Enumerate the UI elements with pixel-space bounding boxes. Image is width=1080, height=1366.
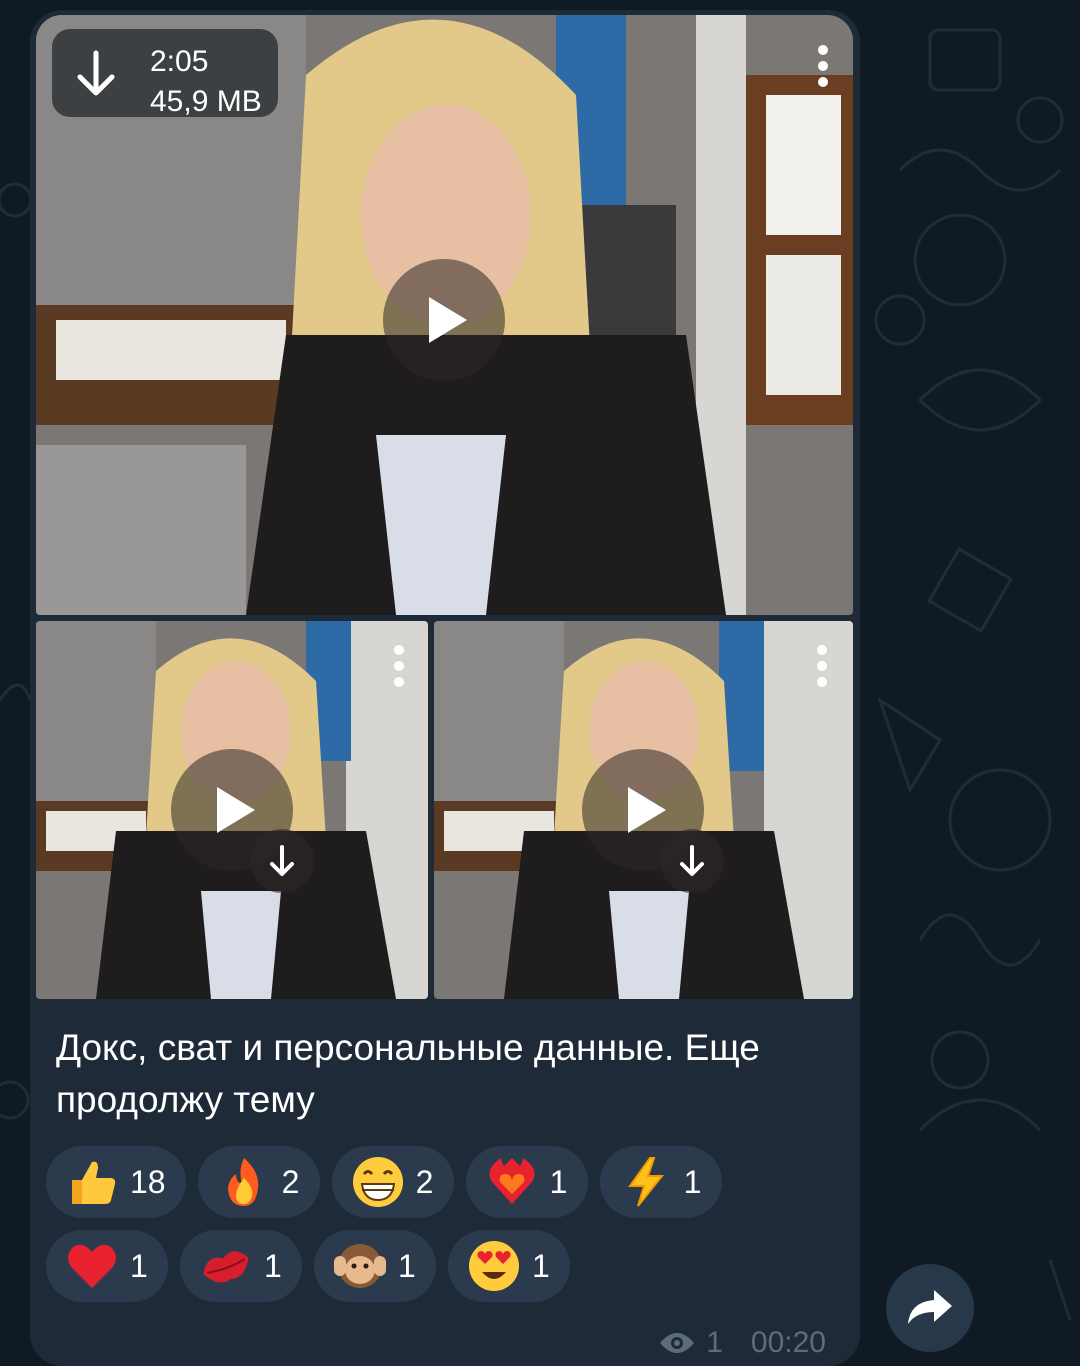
reactions-row: 18 2 2 1 1 (46, 1146, 846, 1218)
reaction-grin[interactable]: 2 (331, 1146, 454, 1218)
reaction-count: 1 (683, 1163, 702, 1200)
download-button[interactable] (250, 829, 314, 893)
views-count: 1 (706, 1326, 723, 1359)
red-heart-icon (68, 1244, 116, 1288)
message-caption: Докс, сват и персональные данные. Еще пр… (56, 1027, 760, 1120)
message-meta: 1 00:20 (658, 1326, 826, 1360)
reaction-count: 1 (398, 1247, 416, 1284)
reaction-hear-no-evil-monkey[interactable]: 1 (314, 1230, 436, 1302)
video-thumbnail-main[interactable]: 2:05 45,9 MB (36, 15, 853, 615)
video-file-size: 45,9 MB (150, 85, 262, 118)
message-time: 00:20 (750, 1326, 826, 1359)
download-chip[interactable]: 2:05 45,9 MB (52, 29, 278, 118)
download-arrow-icon (680, 845, 704, 876)
reaction-count: 2 (281, 1163, 300, 1200)
reaction-count: 1 (264, 1247, 282, 1284)
download-arrow-icon (77, 50, 115, 96)
views-eye-icon (660, 1333, 695, 1353)
heart-on-fire-icon (489, 1158, 535, 1204)
kiss-mark-icon (203, 1251, 249, 1283)
reaction-count: 1 (549, 1163, 568, 1200)
share-arrow-icon (908, 1290, 952, 1324)
video-duration: 2:05 (150, 45, 209, 78)
heart-eyes-icon (469, 1241, 519, 1291)
reaction-kiss-mark[interactable]: 1 (180, 1230, 302, 1302)
reactions-row: 1 1 1 1 (46, 1230, 846, 1302)
download-button[interactable] (660, 829, 724, 893)
download-arrow-icon (270, 845, 294, 876)
media-menu-dots-icon[interactable] (392, 645, 406, 693)
reactions-bar: 18 2 2 1 1 1 1 1 1 (46, 1146, 846, 1314)
reaction-lightning[interactable]: 1 (599, 1146, 722, 1218)
hear-no-evil-monkey-icon (334, 1244, 386, 1288)
share-button[interactable] (886, 1264, 974, 1352)
reaction-count: 18 (130, 1163, 166, 1200)
video-thumbnail-left[interactable] (36, 621, 428, 999)
reaction-thumbs-up[interactable]: 18 (46, 1146, 186, 1218)
media-menu-dots-icon[interactable] (815, 645, 829, 693)
play-icon (429, 297, 467, 343)
reaction-fire[interactable]: 2 (197, 1146, 320, 1218)
play-button[interactable] (383, 259, 505, 381)
reaction-heart-on-fire[interactable]: 1 (465, 1146, 588, 1218)
lightning-icon (627, 1157, 664, 1207)
reaction-count: 1 (532, 1247, 550, 1284)
reaction-heart-eyes[interactable]: 1 (448, 1230, 570, 1302)
fire-icon (227, 1158, 258, 1206)
video-thumbnail-right[interactable] (434, 621, 853, 999)
media-menu-dots-icon[interactable] (816, 45, 830, 93)
reaction-red-heart[interactable]: 1 (46, 1230, 168, 1302)
reaction-count: 1 (130, 1247, 148, 1284)
reaction-count: 2 (415, 1163, 434, 1200)
message-bubble: 2:05 45,9 MB Докс, сват и персональные д… (30, 10, 860, 1366)
thumbs-up-icon (72, 1161, 116, 1204)
grin-icon (352, 1157, 403, 1207)
